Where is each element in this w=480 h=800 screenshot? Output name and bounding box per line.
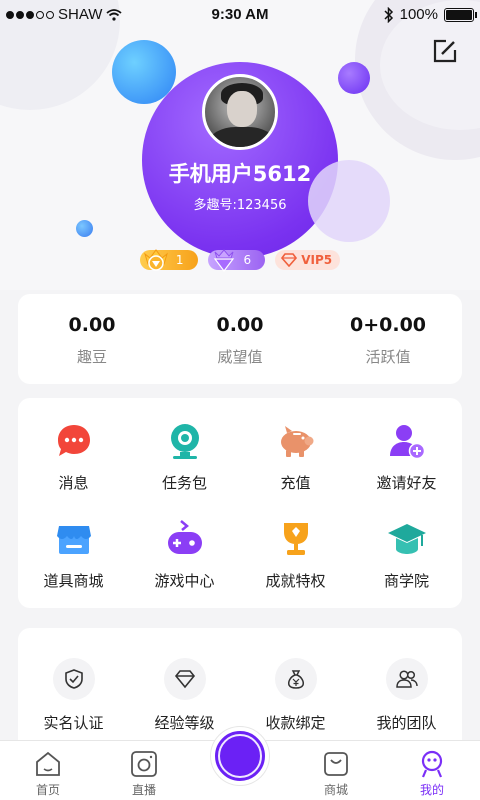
diamond-crown-icon <box>213 249 234 272</box>
level-value: 1 <box>175 253 184 267</box>
battery-icon <box>444 7 477 22</box>
center-action-button[interactable] <box>211 727 269 785</box>
menu-item-message[interactable]: 消息 <box>18 420 129 504</box>
menu-label: 充值 <box>280 474 311 492</box>
tab-home[interactable]: 首页 <box>0 741 96 800</box>
bluetooth-icon <box>384 6 393 23</box>
shield-check-icon <box>64 669 83 689</box>
battery-percent: 100% <box>399 6 438 23</box>
stat-label: 趣豆 <box>76 348 107 366</box>
menu-label: 成就特权 <box>265 572 326 590</box>
stat-prestige[interactable]: 0.00 威望值 <box>166 294 314 384</box>
menu-label: 邀请好友 <box>376 474 437 492</box>
tab-label: 商城 <box>323 783 348 797</box>
menu-item-game[interactable]: 游戏中心 <box>129 518 240 602</box>
menu-item-recharge[interactable]: 充值 <box>240 420 351 504</box>
menu-label: 消息 <box>58 474 89 492</box>
menu-item-my-team[interactable]: 我的团队 <box>351 658 462 733</box>
menu-item-verify[interactable]: 实名认证 <box>18 658 129 733</box>
stat-label: 活跃值 <box>365 348 411 366</box>
menu-label: 商学院 <box>383 572 429 590</box>
edit-icon[interactable] <box>432 38 458 64</box>
diamond-badge[interactable]: 6 <box>207 249 266 272</box>
stat-qudou[interactable]: 0.00 趣豆 <box>18 294 166 384</box>
username: 手机用户5612 <box>168 162 312 186</box>
task-camera-icon <box>170 424 199 459</box>
menu-label: 收款绑定 <box>265 714 326 732</box>
user-id: 多趣号:123456 <box>193 198 287 213</box>
stat-value: 0.00 <box>216 314 264 336</box>
menu-item-academy[interactable]: 商学院 <box>351 518 462 602</box>
avatar[interactable] <box>202 74 278 150</box>
decor-ball <box>76 220 93 237</box>
piggy-bank-icon <box>280 426 313 457</box>
menu-item-payment-binding[interactable]: 收款绑定 <box>240 658 351 733</box>
tab-label: 首页 <box>35 783 60 797</box>
vip-badge[interactable]: VIP5 <box>275 250 341 270</box>
profile-header: 手机用户5612 多趣号:123456 <box>0 0 480 290</box>
diamond-value: 6 <box>243 253 252 267</box>
diamond-outline-icon <box>174 670 195 689</box>
decor-ball <box>338 62 370 94</box>
shop-icon <box>56 526 91 554</box>
vip-level: VIP5 <box>301 253 333 267</box>
message-icon <box>57 425 90 456</box>
team-icon <box>395 670 418 688</box>
bottom-tab-bar: 首页 直播 商城 我的 <box>0 727 480 800</box>
profile-face-icon <box>421 750 443 778</box>
gamepad-icon <box>167 520 202 554</box>
menu-label: 道具商城 <box>43 572 104 590</box>
menu-label: 任务包 <box>161 474 207 492</box>
tab-mine[interactable]: 我的 <box>384 741 480 800</box>
level-badge[interactable]: 1 <box>139 249 198 271</box>
menu-item-shop[interactable]: 道具商城 <box>18 518 129 602</box>
crown-medal-icon <box>143 249 168 271</box>
menu-item-invite[interactable]: 邀请好友 <box>351 420 462 504</box>
menu-label: 游戏中心 <box>154 572 215 590</box>
live-camera-icon <box>131 751 157 777</box>
menu-item-exp-level[interactable]: 经验等级 <box>129 658 240 733</box>
stat-value: 0+0.00 <box>349 314 427 336</box>
tab-center[interactable] <box>192 727 288 800</box>
tab-live[interactable]: 直播 <box>96 741 192 800</box>
graduation-cap-icon <box>387 524 426 554</box>
shopping-bag-icon <box>324 752 348 776</box>
menu-label: 经验等级 <box>154 714 215 732</box>
status-bar: SHAW 9:30 AM 100% <box>0 0 480 30</box>
tab-label: 直播 <box>131 783 156 797</box>
stats-card: 0.00 趣豆 0.00 威望值 0+0.00 活跃值 <box>18 294 462 384</box>
badge-row: 1 6 VIP5 <box>0 249 480 272</box>
menu-item-task[interactable]: 任务包 <box>129 420 240 504</box>
tab-mall[interactable]: 商城 <box>288 741 384 800</box>
stat-activity[interactable]: 0+0.00 活跃值 <box>314 294 462 384</box>
invite-friend-icon <box>389 425 425 460</box>
home-icon <box>36 751 60 776</box>
menu-card: 消息 任务包 充值 邀请好友 道具商城 游戏中心 成就特权 商学院 <box>18 398 462 608</box>
vip-diamond-icon <box>281 253 298 267</box>
tab-label: 我的 <box>419 783 444 797</box>
trophy-icon <box>283 523 308 555</box>
menu-label: 我的团队 <box>376 714 437 732</box>
menu-item-achievement[interactable]: 成就特权 <box>240 518 351 602</box>
stat-value: 0.00 <box>68 314 116 336</box>
money-bag-icon <box>287 670 304 689</box>
stat-label: 威望值 <box>217 348 263 366</box>
menu-label: 实名认证 <box>43 714 104 732</box>
